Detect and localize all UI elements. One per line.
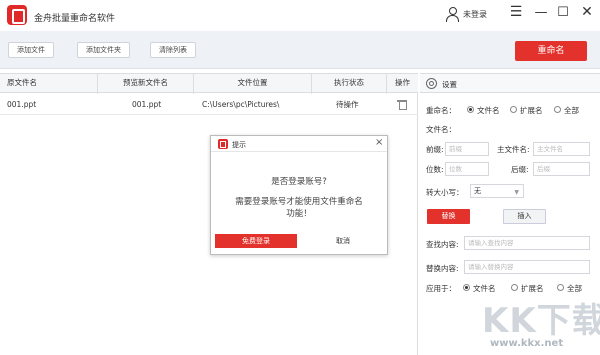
suffix-input[interactable]: 后缀	[533, 162, 590, 176]
app-logo-icon	[7, 5, 27, 25]
rename-radio-extension[interactable]	[510, 106, 517, 113]
rename-option-all[interactable]: 全部	[564, 105, 579, 116]
dialog-header: 提示 ×	[211, 136, 387, 152]
gear-icon	[426, 78, 437, 89]
app-title: 金舟批量重命名软件	[34, 14, 116, 24]
title-bar: 金舟批量重命名软件 未登录 ☰ — ☐ ✕	[0, 0, 600, 31]
replace-button[interactable]: 替换	[427, 209, 470, 224]
column-location: 文件位置	[194, 74, 312, 94]
login-area[interactable]: 未登录	[445, 4, 487, 24]
login-label[interactable]: 未登录	[463, 9, 487, 20]
find-input[interactable]: 请输入查找内容	[464, 236, 590, 250]
cell-original-name: 001.ppt	[7, 100, 37, 109]
column-action: 操作	[395, 78, 410, 87]
prefix-input[interactable]: 前缀	[445, 142, 489, 156]
dialog-logo-icon	[218, 139, 228, 149]
watermark: KK下载 www.kkx.net	[482, 293, 600, 353]
watermark-logo: KK下载	[482, 301, 600, 341]
chevron-down-icon: ▼	[514, 189, 519, 196]
table-header: 原文件名 预览新文件名 文件位置 执行状态 操作	[0, 73, 418, 94]
apply-radio-filename[interactable]	[463, 284, 470, 291]
case-select[interactable]: 无 ▼	[470, 184, 524, 198]
settings-header: 设置	[420, 73, 600, 93]
suffix-label: 后缀:	[511, 165, 529, 174]
add-folder-button[interactable]: 添加文件夹	[77, 42, 130, 58]
cell-status: 待操作	[336, 100, 359, 109]
rename-mode-label: 重命名：	[426, 106, 456, 115]
rename-option-extension[interactable]: 扩展名	[520, 105, 543, 116]
login-dialog: 提示 × 是否登录账号? 需要登录账号才能使用文件重命名 功能！ 免费登录 取消	[210, 135, 388, 255]
close-icon[interactable]: ✕	[579, 4, 595, 20]
cell-preview-name: 001.ppt	[132, 100, 162, 109]
free-login-button[interactable]: 免费登录	[215, 234, 297, 248]
toolbar: 添加文件 添加文件夹 清除列表 重命名	[0, 31, 600, 69]
insert-button[interactable]: 插入	[503, 209, 546, 224]
add-file-button[interactable]: 添加文件	[8, 42, 54, 58]
dialog-title: 提示	[232, 141, 246, 149]
column-original-name: 原文件名	[0, 74, 98, 94]
rename-radio-filename[interactable]	[467, 106, 474, 113]
filename-label: 文件名：	[426, 125, 456, 134]
cancel-button[interactable]: 取消	[304, 234, 382, 248]
prefix-label: 前缀:	[426, 145, 444, 154]
apply-to-label: 应用于：	[426, 284, 456, 293]
replace-input[interactable]: 请输入替换内容	[464, 260, 590, 274]
delete-icon[interactable]	[397, 99, 407, 110]
minimize-icon[interactable]: —	[533, 4, 549, 20]
main-name-input[interactable]: 主文件名	[533, 142, 590, 156]
replace-content-label: 替换内容:	[426, 264, 459, 273]
rename-option-filename[interactable]: 文件名	[477, 105, 500, 116]
cell-location: C:\Users\pc\Pictures\	[202, 100, 280, 109]
apply-radio-extension[interactable]	[511, 284, 518, 291]
maximize-icon[interactable]: ☐	[555, 4, 571, 20]
find-label: 查找内容:	[426, 240, 459, 249]
case-label: 转大小写：	[426, 188, 464, 197]
dialog-close-icon[interactable]: ×	[375, 137, 383, 148]
dialog-message-line1: 需要登录账号才能使用文件重命名	[235, 197, 363, 207]
column-preview-name: 预览新文件名	[98, 74, 194, 94]
dialog-question: 是否登录账号?	[271, 177, 327, 187]
dialog-message-line2: 功能！	[286, 209, 312, 219]
watermark-url: www.kkx.net	[490, 338, 564, 349]
main-name-label: 主文件名:	[497, 145, 530, 154]
rename-radio-all[interactable]	[554, 106, 561, 113]
apply-radio-all[interactable]	[557, 284, 564, 291]
digits-label: 位数:	[426, 165, 444, 174]
table-row[interactable]: 001.ppt 001.ppt C:\Users\pc\Pictures\ 待操…	[0, 94, 418, 115]
rename-button[interactable]: 重命名	[515, 41, 587, 61]
user-icon[interactable]	[445, 7, 459, 22]
case-select-value: 无	[474, 187, 481, 195]
clear-list-button[interactable]: 清除列表	[150, 42, 196, 58]
column-status: 执行状态	[312, 74, 387, 94]
menu-icon[interactable]: ☰	[508, 4, 524, 20]
digits-input[interactable]: 位数	[445, 162, 489, 176]
settings-title: 设置	[442, 80, 457, 89]
